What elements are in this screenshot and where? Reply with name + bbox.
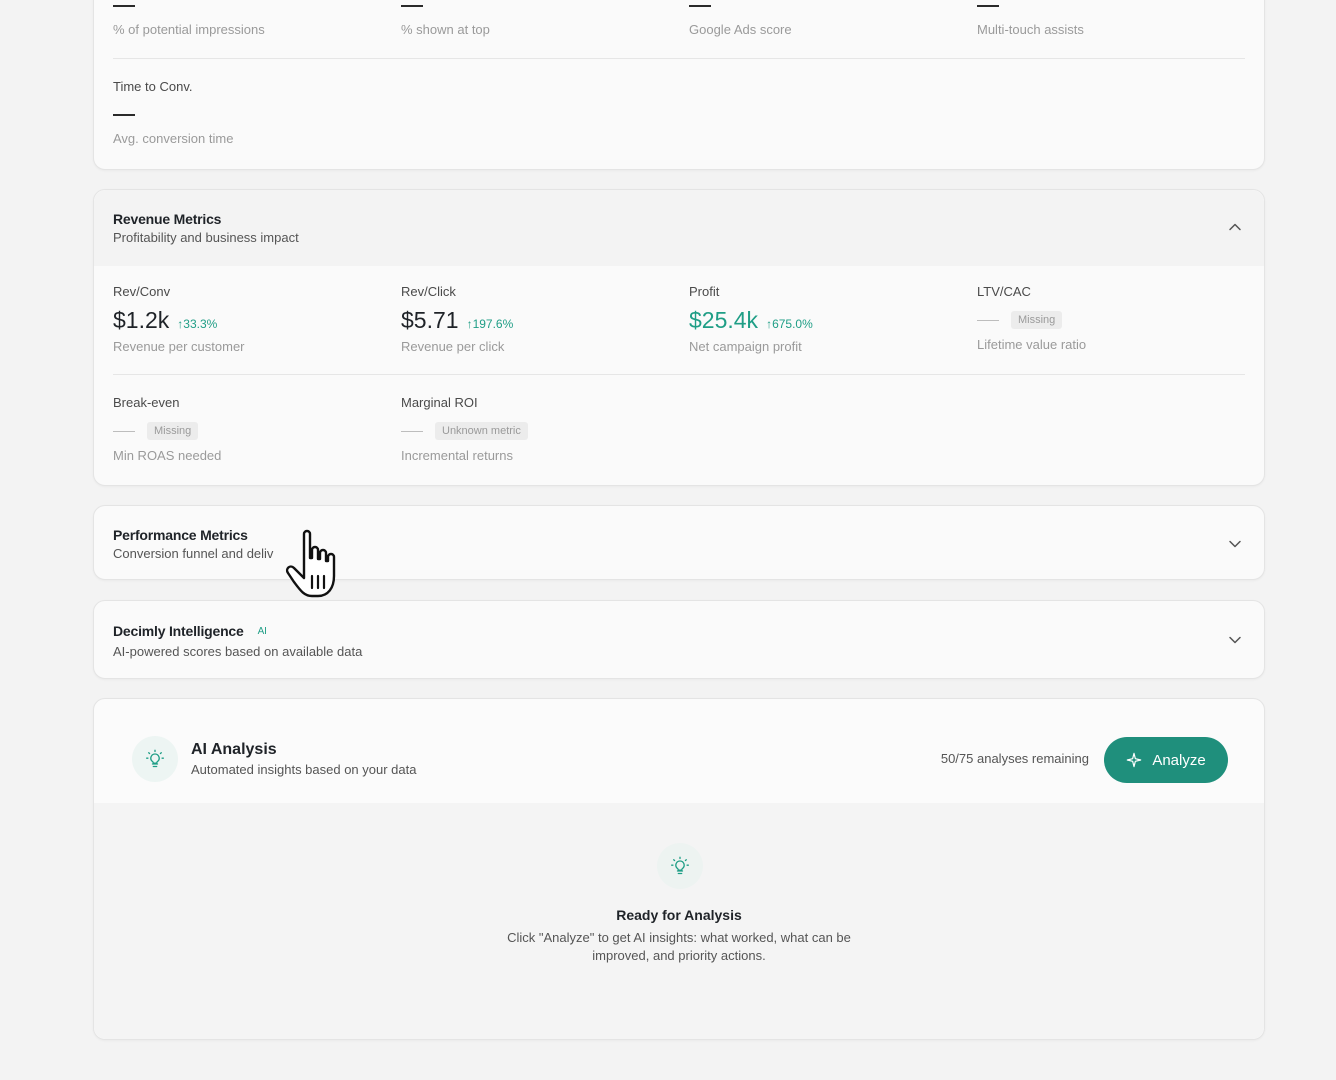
metric-marginal-roi: Marginal ROI Unknown metric Incremental … [401,395,528,463]
chevron-up-icon[interactable] [1228,220,1242,234]
metric-profit: Profit $25.4k ↑675.0% Net campaign profi… [689,284,813,354]
metric-label: Profit [689,284,720,299]
metric-sub: % shown at top [401,22,490,37]
metric-rev-conv: Rev/Conv $1.2k ↑33.3% Revenue per custom… [113,284,245,354]
metric-sub: % of potential impressions [113,22,265,37]
section-header[interactable] [94,190,1264,266]
empty-value-dash [689,5,711,7]
empty-value-dash [401,5,423,7]
metric-sub: Lifetime value ratio [977,337,1087,352]
metric-time-to-conv: Time to Conv. Avg. conversion time [113,79,233,146]
performance-metrics-card[interactable]: Performance Metrics Conversion funnel an… [93,505,1265,580]
lightbulb-icon [657,843,703,889]
status-badge: Missing [147,422,199,440]
metric-change: ↑33.3% [177,317,218,331]
empty-state-text-line1: Click "Analyze" to get AI insights: what… [507,930,851,945]
section-title: Decimly Intelligence [113,623,244,639]
empty-state-text-line2: improved, and priority actions. [592,948,766,963]
empty-value-dash [977,5,999,7]
intelligence-card[interactable]: Decimly Intelligence AI AI-powered score… [93,600,1265,679]
metric-change: ↑197.6% [466,317,514,331]
section-subtitle: Profitability and business impact [113,230,299,245]
analyze-button-label: Analyze [1152,751,1206,769]
analysis-empty-state: Ready for Analysis Click "Analyze" to ge… [94,803,1264,1039]
metric-assists: Multi-touch assists [977,0,1084,37]
metric-value: $1.2k [113,307,170,333]
metric-change: ↑675.0% [766,317,813,331]
metric-sub: Revenue per customer [113,339,245,354]
metric-sub: Incremental returns [401,448,513,463]
metric-quality-score: Google Ads score [689,0,792,37]
revenue-metrics-card: Revenue Metrics Profitability and busine… [93,189,1265,486]
metric-top-share: % shown at top [401,0,490,37]
empty-value-dash [113,430,135,432]
metric-label: Time to Conv. [113,79,193,94]
ai-analysis-card: AI Analysis Automated insights based on … [93,698,1265,1040]
metrics-card-top: % of potential impressions % shown at to… [93,0,1265,170]
metric-sub: Multi-touch assists [977,22,1084,37]
empty-value-dash [113,5,135,7]
chevron-down-icon[interactable] [1228,537,1242,551]
section-title: Revenue Metrics [113,211,222,227]
ai-badge: AI [257,625,267,637]
metric-label: Rev/Click [401,284,456,299]
page: % of potential impressions % shown at to… [0,0,1336,1080]
metric-sub: Avg. conversion time [113,131,234,146]
metric-impression-share: % of potential impressions [113,0,265,37]
metric-sub: Google Ads score [689,22,792,37]
status-badge: Missing [1011,311,1063,329]
metric-rev-click: Rev/Click $5.71 ↑197.6% Revenue per clic… [401,284,513,354]
metric-value: $25.4k [689,307,759,333]
analyses-remaining: 50/75 analyses remaining [940,751,1089,766]
metric-value: $5.71 [401,307,459,333]
metric-label: Rev/Conv [113,284,171,299]
row-divider [113,58,1245,59]
status-badge: Unknown metric [435,422,528,440]
metric-label: Marginal ROI [401,395,478,410]
empty-value-dash [113,114,135,116]
metric-sub: Min ROAS needed [113,448,222,463]
section-subtitle: Conversion funnel and deliv [113,546,274,561]
empty-value-dash [977,319,999,321]
chevron-down-icon[interactable] [1228,633,1242,647]
analyze-button[interactable]: Analyze [1104,737,1228,783]
lightbulb-icon [132,736,178,782]
metric-sub: Net campaign profit [689,339,802,354]
empty-value-dash [401,430,423,432]
empty-state-title: Ready for Analysis [616,907,742,923]
ai-analysis-subtitle: Automated insights based on your data [191,762,417,777]
metric-label: LTV/CAC [977,284,1031,299]
section-title-row: Decimly Intelligence AI [113,623,267,639]
metric-sub: Revenue per click [401,339,505,354]
section-subtitle: AI-powered scores based on available dat… [113,644,363,659]
metric-label: Break-even [113,395,180,410]
sparkle-icon [1127,752,1142,768]
row-divider [113,374,1245,375]
hand-cursor-icon [282,528,350,602]
section-title: Performance Metrics [113,527,248,543]
metric-ltv-cac: LTV/CAC Missing Lifetime value ratio [977,284,1086,352]
metric-break-even: Break-even Missing Min ROAS needed [113,395,221,463]
ai-analysis-title: AI Analysis [191,741,277,758]
